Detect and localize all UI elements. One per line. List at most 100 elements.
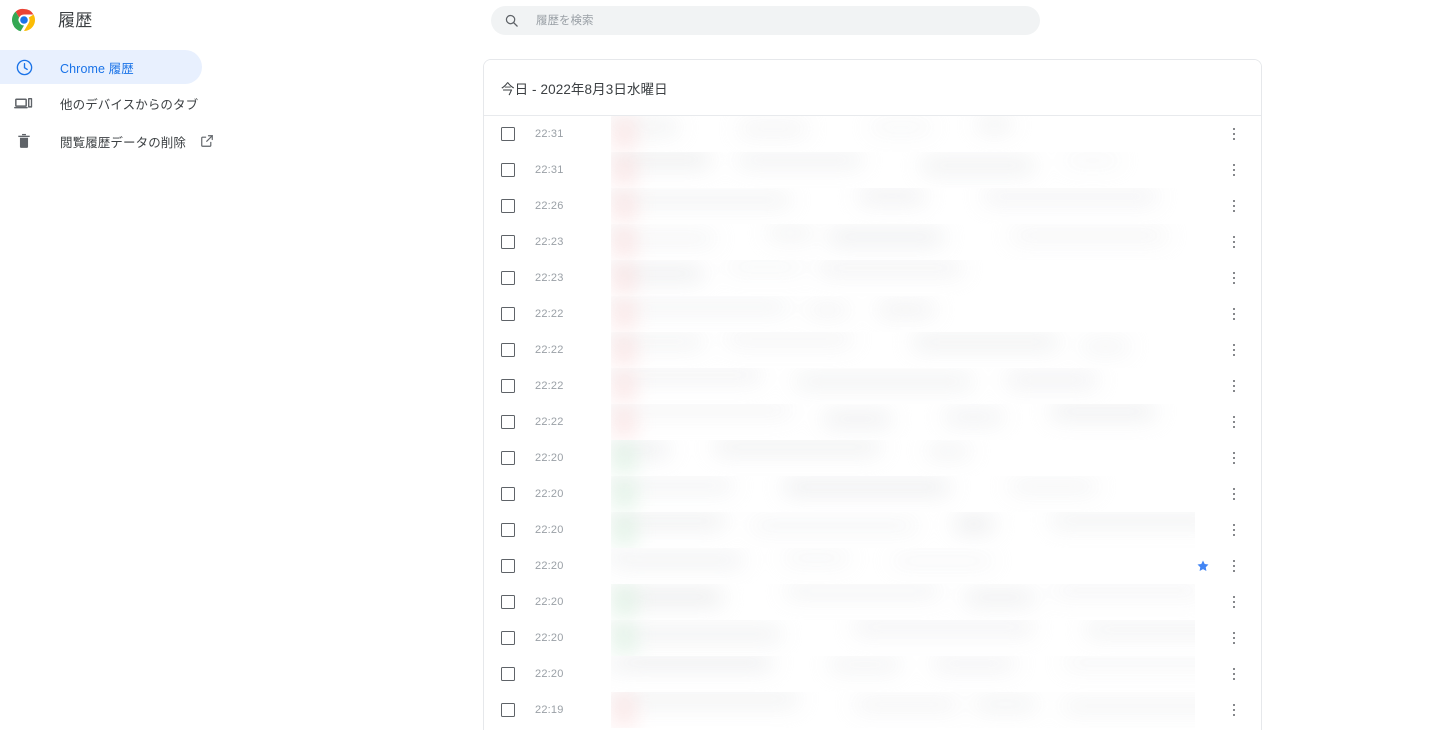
sidebar-item-chrome-history[interactable]: Chrome 履歴 xyxy=(0,50,202,84)
history-row[interactable]: 22:20 xyxy=(484,656,1261,692)
page-title: 履歴 xyxy=(58,10,93,30)
row-checkbox[interactable] xyxy=(501,379,515,393)
row-redacted-content[interactable] xyxy=(611,584,1195,620)
search-bar xyxy=(491,6,1040,35)
history-list: 22:31 22:31 22:26 22:23 22:23 22:22 22:22 22:22… xyxy=(484,116,1261,728)
row-time: 22:22 xyxy=(535,344,564,356)
row-redacted-content[interactable] xyxy=(611,260,1195,296)
row-redacted-content[interactable] xyxy=(611,548,1195,584)
row-checkbox[interactable] xyxy=(501,271,515,285)
sidebar-nav: Chrome 履歴 他のデバイスからのタブ 閲覧履歴データの削除 xyxy=(0,50,260,160)
row-time: 22:22 xyxy=(535,416,564,428)
more-vert-icon[interactable] xyxy=(1225,449,1243,467)
history-row[interactable]: 22:20 xyxy=(484,440,1261,476)
more-vert-icon[interactable] xyxy=(1225,341,1243,359)
more-vert-icon[interactable] xyxy=(1225,665,1243,683)
row-time: 22:31 xyxy=(535,164,564,176)
sidebar-item-clear-browsing-data[interactable]: 閲覧履歴データの削除 xyxy=(0,124,260,158)
history-row[interactable]: 22:20 xyxy=(484,584,1261,620)
row-checkbox[interactable] xyxy=(501,415,515,429)
more-vert-icon[interactable] xyxy=(1225,125,1243,143)
row-time: 22:22 xyxy=(535,380,564,392)
history-group-header-label: 今日 - 2022年8月3日水曜日 xyxy=(501,81,668,97)
row-redacted-content[interactable] xyxy=(611,620,1195,656)
app-brand: 履歴 xyxy=(0,0,92,40)
row-checkbox[interactable] xyxy=(501,199,515,213)
more-vert-icon[interactable] xyxy=(1225,701,1243,719)
history-group-header: 今日 - 2022年8月3日水曜日 xyxy=(484,60,1261,116)
row-checkbox[interactable] xyxy=(501,163,515,177)
row-checkbox[interactable] xyxy=(501,307,515,321)
row-redacted-content[interactable] xyxy=(611,656,1195,692)
row-time: 22:31 xyxy=(535,128,564,140)
history-row[interactable]: 22:22 xyxy=(484,296,1261,332)
history-row[interactable]: 22:22 xyxy=(484,404,1261,440)
search-box[interactable] xyxy=(491,6,1040,35)
sidebar-item-label: 他のデバイスからのタブ xyxy=(60,97,199,112)
more-vert-icon[interactable] xyxy=(1225,521,1243,539)
more-vert-icon[interactable] xyxy=(1225,629,1243,647)
history-row[interactable]: 22:26 xyxy=(484,188,1261,224)
row-time: 22:20 xyxy=(535,524,564,536)
row-time: 22:20 xyxy=(535,668,564,680)
history-row[interactable]: 22:20 xyxy=(484,548,1261,584)
more-vert-icon[interactable] xyxy=(1225,305,1243,323)
more-vert-icon[interactable] xyxy=(1225,233,1243,251)
more-vert-icon[interactable] xyxy=(1225,161,1243,179)
history-page: 履歴 Chrome 履歴 他のデバイスからのタブ 閲覧履歴データの削除 履歴を検… xyxy=(0,0,1456,730)
row-redacted-content[interactable] xyxy=(611,224,1195,260)
devices-icon xyxy=(14,93,34,113)
history-row[interactable]: 22:31 xyxy=(484,152,1261,188)
more-vert-icon[interactable] xyxy=(1225,485,1243,503)
row-redacted-content[interactable] xyxy=(611,116,1195,152)
row-redacted-content[interactable] xyxy=(611,152,1195,188)
row-checkbox[interactable] xyxy=(501,559,515,573)
more-vert-icon[interactable] xyxy=(1225,269,1243,287)
search-input[interactable] xyxy=(536,6,996,35)
history-row[interactable]: 22:20 xyxy=(484,476,1261,512)
row-time: 22:20 xyxy=(535,596,564,608)
row-time: 22:23 xyxy=(535,236,564,248)
row-redacted-content[interactable] xyxy=(611,404,1195,440)
more-vert-icon[interactable] xyxy=(1225,593,1243,611)
row-redacted-content[interactable] xyxy=(611,368,1195,404)
more-vert-icon[interactable] xyxy=(1225,413,1243,431)
row-redacted-content[interactable] xyxy=(611,332,1195,368)
history-row[interactable]: 22:22 xyxy=(484,368,1261,404)
row-checkbox[interactable] xyxy=(501,595,515,609)
row-redacted-content[interactable] xyxy=(611,476,1195,512)
row-checkbox[interactable] xyxy=(501,235,515,249)
row-time: 22:23 xyxy=(535,272,564,284)
row-time: 22:22 xyxy=(535,308,564,320)
more-vert-icon[interactable] xyxy=(1225,197,1243,215)
history-row[interactable]: 22:22 xyxy=(484,332,1261,368)
row-checkbox[interactable] xyxy=(501,631,515,645)
sidebar-item-label: Chrome 履歴 xyxy=(60,61,134,76)
more-vert-icon[interactable] xyxy=(1225,557,1243,575)
external-link-icon[interactable] xyxy=(200,134,214,148)
row-time: 22:20 xyxy=(535,452,564,464)
history-row[interactable]: 22:20 xyxy=(484,512,1261,548)
row-checkbox[interactable] xyxy=(501,127,515,141)
trash-icon xyxy=(14,131,34,151)
row-redacted-content[interactable] xyxy=(611,440,1195,476)
sidebar-item-tabs-other-devices[interactable]: 他のデバイスからのタブ xyxy=(0,86,260,120)
history-row[interactable]: 22:23 xyxy=(484,224,1261,260)
row-redacted-content[interactable] xyxy=(611,512,1195,548)
star-icon[interactable] xyxy=(1195,558,1211,574)
row-redacted-content[interactable] xyxy=(611,692,1195,728)
row-checkbox[interactable] xyxy=(501,667,515,681)
more-vert-icon[interactable] xyxy=(1225,377,1243,395)
row-checkbox[interactable] xyxy=(501,703,515,717)
row-checkbox[interactable] xyxy=(501,451,515,465)
history-row[interactable]: 22:31 xyxy=(484,116,1261,152)
history-row[interactable]: 22:19 xyxy=(484,692,1261,728)
row-checkbox[interactable] xyxy=(501,343,515,357)
row-redacted-content[interactable] xyxy=(611,188,1195,224)
chrome-logo-icon xyxy=(11,8,36,32)
history-row[interactable]: 22:23 xyxy=(484,260,1261,296)
row-checkbox[interactable] xyxy=(501,487,515,501)
row-checkbox[interactable] xyxy=(501,523,515,537)
history-row[interactable]: 22:20 xyxy=(484,620,1261,656)
row-redacted-content[interactable] xyxy=(611,296,1195,332)
